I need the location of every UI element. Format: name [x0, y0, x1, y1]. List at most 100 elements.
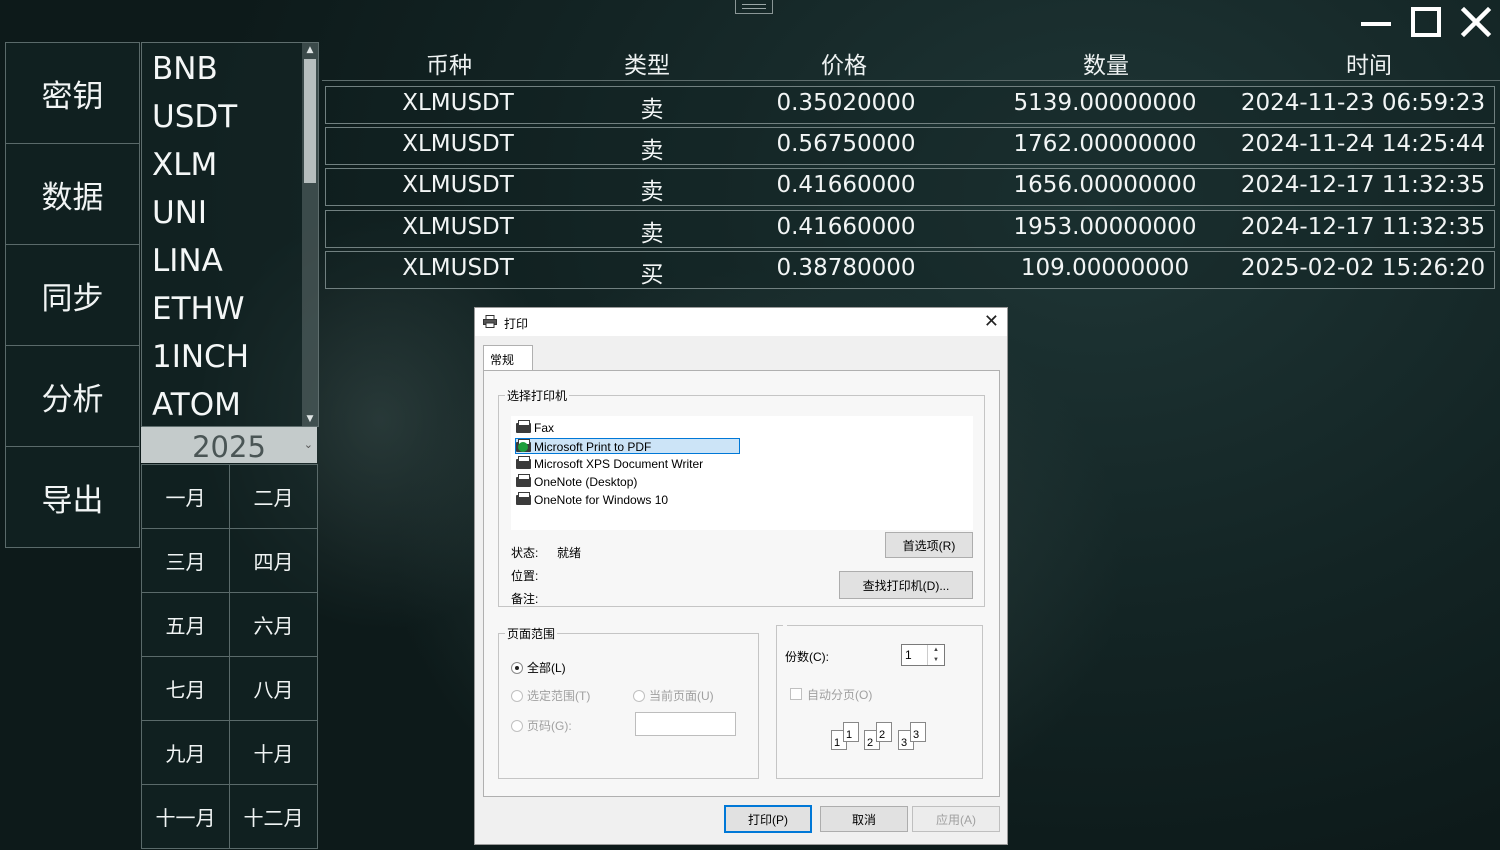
month-button[interactable]: 七月 [141, 656, 230, 721]
printer-item[interactable]: OneNote for Windows 10 [516, 492, 668, 508]
month-button[interactable]: 三月 [141, 528, 230, 593]
printer-icon [516, 420, 531, 433]
drag-handle[interactable] [735, 0, 773, 14]
coin-item[interactable]: LINA [142, 235, 318, 283]
nav-sync-button[interactable]: 同步 [5, 244, 140, 345]
cell-price: 0.41660000 [776, 172, 916, 198]
cell-qty: 5139.00000000 [1013, 90, 1197, 116]
coin-item[interactable]: ATOM [142, 379, 318, 426]
printer-item[interactable]: Microsoft XPS Document Writer [516, 456, 703, 472]
cell-price: 0.38780000 [776, 255, 916, 281]
dialog-close-icon[interactable]: ✕ [984, 311, 999, 332]
cell-qty: 1953.00000000 [1013, 214, 1197, 240]
coin-item[interactable]: ETHW [142, 283, 318, 331]
tab-general[interactable]: 常规 [483, 345, 533, 370]
nav-data-button[interactable]: 数据 [5, 143, 140, 244]
copies-label: 份数(C): [785, 650, 829, 664]
coin-list-scrollbar[interactable]: ▲ ▼ [302, 43, 318, 426]
maximize-icon[interactable] [1404, 4, 1448, 40]
dialog-title-bar[interactable]: 打印 ✕ [475, 308, 1007, 336]
table-row[interactable]: XLMUSDT 买 0.38780000 109.00000000 2025-0… [325, 251, 1495, 289]
month-button[interactable]: 二月 [229, 464, 318, 529]
table-row[interactable]: XLMUSDT 卖 0.35020000 5139.00000000 2024-… [325, 86, 1495, 124]
cell-type: 卖 [640, 179, 664, 205]
month-button[interactable]: 八月 [229, 656, 318, 721]
month-button[interactable]: 五月 [141, 592, 230, 657]
all-label: 全部(L) [527, 661, 566, 675]
status-value: 就绪 [557, 546, 582, 560]
current-page-radio[interactable] [633, 690, 645, 702]
coin-item[interactable]: XLM [142, 139, 318, 187]
coin-list[interactable]: BNB USDT XLM UNI LINA ETHW 1INCH ATOM ▲ … [141, 42, 319, 427]
table-row[interactable]: XLMUSDT 卖 0.41660000 1656.00000000 2024-… [325, 168, 1495, 206]
printer-item[interactable]: OneNote (Desktop) [516, 474, 637, 490]
table-row[interactable]: XLMUSDT 卖 0.41660000 1953.00000000 2024-… [325, 210, 1495, 248]
dialog-title: 打印 [504, 317, 529, 331]
month-button[interactable]: 四月 [229, 528, 318, 593]
month-button[interactable]: 六月 [229, 592, 318, 657]
month-button[interactable]: 一月 [141, 464, 230, 529]
column-header-qty[interactable]: 数量 [1083, 46, 1129, 80]
cell-time: 2024-12-17 11:32:35 [1240, 172, 1486, 198]
collate-illustration-icon: 1 1 2 2 3 3 [831, 722, 931, 752]
selection-radio[interactable] [511, 690, 523, 702]
coin-item[interactable]: UNI [142, 187, 318, 235]
printer-list[interactable]: Fax Microsoft Print to PDF Microsoft XPS… [511, 416, 973, 530]
cell-time: 2024-11-23 06:59:23 [1240, 90, 1486, 116]
copies-stepper[interactable]: 1 ▲ ▼ [901, 644, 945, 666]
cancel-button[interactable]: 取消 [820, 806, 908, 832]
printer-icon [483, 315, 497, 328]
pages-radio[interactable] [511, 720, 523, 732]
table-row[interactable]: XLMUSDT 卖 0.56750000 1762.00000000 2024-… [325, 127, 1495, 165]
cell-price: 0.35020000 [776, 90, 916, 116]
column-header-time[interactable]: 时间 [1346, 46, 1392, 80]
cell-price: 0.41660000 [776, 214, 916, 240]
scroll-down-icon[interactable]: ▼ [302, 412, 318, 426]
pages-input[interactable] [635, 712, 736, 736]
close-icon[interactable] [1454, 4, 1498, 40]
coin-item[interactable]: USDT [142, 91, 318, 139]
year-select[interactable]: 2025 ⌄ [141, 427, 317, 464]
month-grid: 一月 二月 三月 四月 五月 六月 七月 八月 九月 十月 十一月 十二月 [141, 464, 318, 849]
month-button[interactable]: 十二月 [229, 784, 318, 849]
column-header-type[interactable]: 类型 [624, 46, 670, 80]
column-header-price[interactable]: 价格 [821, 46, 867, 80]
selection-label: 选定范围(T) [527, 689, 591, 703]
preferences-button[interactable]: 首选项(R) [885, 532, 973, 558]
printer-icon [516, 474, 531, 487]
copies-value: 1 [905, 648, 912, 662]
cell-time: 2025-02-02 15:26:20 [1240, 255, 1486, 281]
collate-checkbox[interactable] [790, 688, 802, 700]
nav-export-button[interactable]: 导出 [5, 446, 140, 548]
month-button[interactable]: 九月 [141, 720, 230, 785]
month-button[interactable]: 十月 [229, 720, 318, 785]
status-label: 状态: [511, 546, 539, 560]
cell-time: 2024-12-17 11:32:35 [1240, 214, 1486, 240]
scroll-up-icon[interactable]: ▲ [302, 43, 318, 57]
copies-group: 份数(C): 1 ▲ ▼ 自动分页(O) 1 1 2 2 3 3 [776, 625, 983, 779]
cell-type: 卖 [640, 221, 664, 247]
printer-group: 选择打印机 Fax Microsoft Print to PDF Microso… [498, 387, 985, 607]
spin-down-icon[interactable]: ▼ [927, 655, 944, 665]
printer-item[interactable]: Fax [516, 420, 554, 436]
all-radio[interactable] [511, 662, 523, 674]
print-button[interactable]: 打印(P) [724, 805, 812, 833]
month-button[interactable]: 十一月 [141, 784, 230, 849]
printer-group-label: 选择打印机 [507, 389, 568, 403]
coin-item[interactable]: 1INCH [142, 331, 318, 379]
column-header-coin[interactable]: 币种 [426, 46, 472, 80]
scroll-thumb[interactable] [304, 59, 316, 183]
coin-item[interactable]: BNB [142, 43, 318, 91]
nav-keys-button[interactable]: 密钥 [5, 42, 140, 143]
page-range-label: 页面范围 [507, 627, 556, 641]
apply-button[interactable]: 应用(A) [912, 806, 1000, 832]
minimize-icon[interactable] [1354, 4, 1398, 40]
current-page-label: 当前页面(U) [649, 689, 714, 703]
cell-time: 2024-11-24 14:25:44 [1240, 131, 1486, 157]
year-value: 2025 [192, 430, 266, 464]
printer-item-selected[interactable]: Microsoft Print to PDF [515, 438, 740, 454]
nav-analysis-button[interactable]: 分析 [5, 345, 140, 446]
table-header: 币种 类型 价格 数量 时间 [322, 44, 1500, 81]
spin-up-icon[interactable]: ▲ [927, 645, 944, 655]
find-printer-button[interactable]: 查找打印机(D)... [839, 571, 973, 599]
